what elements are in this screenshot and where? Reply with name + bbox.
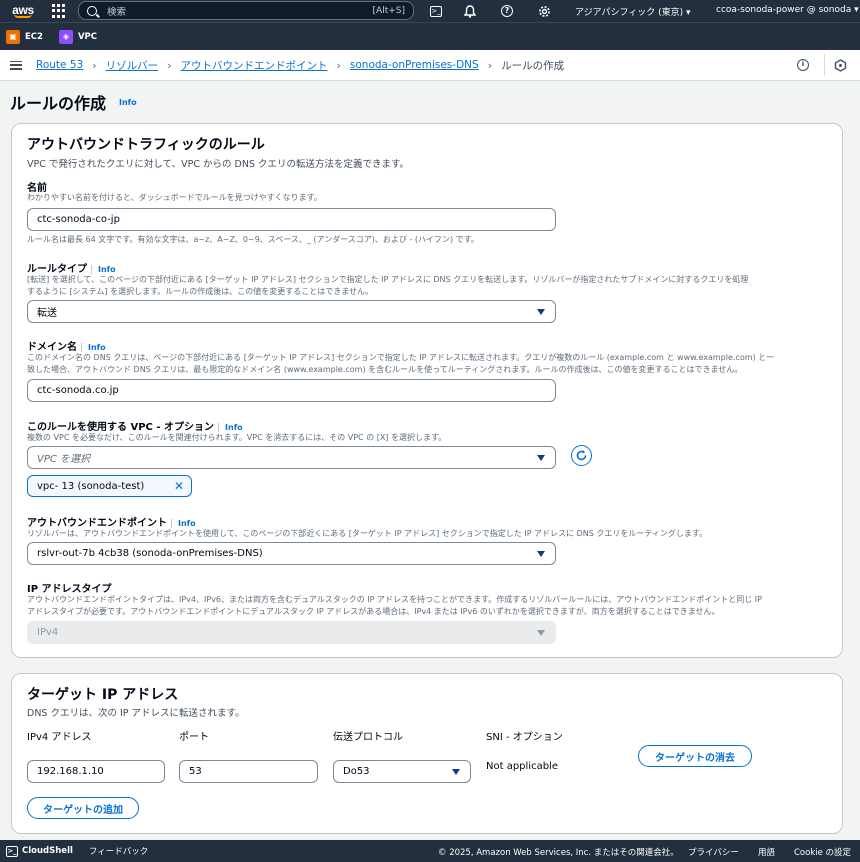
sni-value: Not applicable <box>486 761 558 772</box>
breadcrumb-endpoint[interactable]: sonoda-onPremises-DNS <box>350 59 479 71</box>
ec2-icon: ▣ <box>6 29 20 44</box>
breadcrumb-bar: Route 53 › リゾルバー › アウトバウンドエンドポイント › sono… <box>0 50 860 81</box>
vpc-select[interactable]: VPC を選択 <box>27 446 556 469</box>
port-input[interactable]: 53 <box>179 760 318 783</box>
domain-info-link[interactable]: Info <box>81 343 106 352</box>
endpoint-info-link[interactable]: Info <box>171 519 196 528</box>
domain-description: このドメイン名の DNS クエリは、ページの下部付近にある [ターゲット IP … <box>27 353 775 374</box>
vpc-description: 複数の VPC を必要なだけ、このルールを関連付けられます。VPC を消去するに… <box>27 433 447 442</box>
caret-down-icon <box>537 455 545 461</box>
region-selector[interactable]: アジアパシフィック (東京) ▾ <box>575 5 691 18</box>
domain-label: ドメイン名 Info <box>27 342 106 353</box>
target-panel: ターゲット IP アドレス DNS クエリは、次の IP アドレスに転送されます… <box>11 673 843 834</box>
account-menu[interactable]: ccoa-sonoda-power @ sonoda ▾ <box>716 5 859 15</box>
cloudshell-icon[interactable]: >_ <box>428 3 444 19</box>
col-port-header: ポート <box>179 732 209 743</box>
chevron-right-icon: › <box>487 58 493 72</box>
protocol-select[interactable]: Do53 <box>333 760 471 783</box>
search-icon <box>87 5 97 16</box>
col-ip-header: IPv4 アドレス <box>27 732 92 743</box>
chevron-right-icon: › <box>167 58 172 72</box>
endpoint-select[interactable]: rslvr-out-7b 4cb38 (sonoda-onPremises-DN… <box>27 542 556 565</box>
breadcrumb-resolver[interactable]: リゾルバー <box>106 58 159 73</box>
rule-type-info-link[interactable]: Info <box>91 265 116 274</box>
rule-panel-heading: アウトバウンドトラフィックのルール <box>27 137 265 153</box>
refresh-icon <box>576 450 587 461</box>
target-panel-heading: ターゲット IP アドレス <box>27 687 179 703</box>
privacy-link[interactable]: プライバシー <box>688 846 739 858</box>
add-target-button[interactable]: ターゲットの追加 <box>27 797 139 819</box>
breadcrumb-route53[interactable]: Route 53 <box>36 59 83 71</box>
caret-down-icon <box>537 630 545 636</box>
col-sni-header: SNI - オプション <box>486 732 563 743</box>
footer: >_ CloudShell フィードバック © 2025, Amazon Web… <box>0 840 860 862</box>
remove-target-button[interactable]: ターゲットの消去 <box>638 745 752 767</box>
gear-icon[interactable] <box>536 3 552 19</box>
target-panel-description: DNS クエリは、次の IP アドレスに転送されます。 <box>27 708 245 719</box>
col-protocol-header: 伝送プロトコル <box>333 732 403 743</box>
feedback-link[interactable]: フィードバック <box>89 845 148 857</box>
ip-type-label: IP アドレスタイプ <box>27 584 112 595</box>
page-info-link[interactable]: Info <box>119 98 137 107</box>
breadcrumb-current: ルールの作成 <box>501 59 565 72</box>
rule-type-description: [転送] を選択して、このページの下部付近にある [ターゲット IP アドレス]… <box>27 275 749 296</box>
ip-address-input[interactable]: 192.168.1.10 <box>27 760 165 783</box>
vpc-info-link[interactable]: Info <box>218 423 243 432</box>
cloudshell-button[interactable]: >_ CloudShell <box>6 845 73 857</box>
rule-type-label: ルールタイプ Info <box>27 264 116 275</box>
name-description: わかりやすい名前を付けると、ダッシュボードでルールを見つけやすくなります。 <box>27 193 322 202</box>
cookie-settings-link[interactable]: Cookie の設定 <box>794 846 851 858</box>
page-title: ルールの作成 <box>10 94 107 113</box>
rule-panel-description: VPC で発行されたクエリに対して、VPC からの DNS クエリの転送方法を定… <box>27 159 410 170</box>
close-icon[interactable]: ✕ <box>174 479 184 493</box>
menu-icon[interactable] <box>10 60 22 70</box>
ip-type-description: アウトバウンドエンドポイントタイプは、IPv4、IPv6、または両方を含むデュア… <box>27 595 762 616</box>
caret-down-icon <box>452 769 460 775</box>
chevron-right-icon: › <box>92 58 97 72</box>
help-panel-icon[interactable] <box>834 59 847 75</box>
endpoint-description: リゾルバーは、アウトバウンドエンドポイントを使用して、このページの下部近くにある… <box>27 529 708 538</box>
services-grid-icon[interactable] <box>52 4 66 18</box>
domain-input[interactable]: ctc-sonoda.co.jp <box>27 379 556 402</box>
search-input[interactable]: 検索 [Alt+S] <box>78 1 414 20</box>
favorites-bar: ▣ EC2 ◈ VPC <box>0 22 860 50</box>
help-icon[interactable]: ? <box>499 3 515 19</box>
vpc-label: このルールを使用する VPC - オプション Info <box>27 422 243 433</box>
top-navigation: aws 検索 [Alt+S] >_ ? アジアパシフィック (東京) ▾ cco… <box>0 0 860 22</box>
shortcut-ec2[interactable]: ▣ EC2 <box>6 29 43 44</box>
caret-down-icon <box>537 551 545 557</box>
vpc-token: vpc- 13 (sonoda-test) ✕ <box>27 475 192 497</box>
aws-smile-icon <box>14 14 32 18</box>
bell-icon[interactable] <box>462 3 478 19</box>
copyright: © 2025, Amazon Web Services, Inc. またはその関… <box>438 848 679 858</box>
vpc-icon: ◈ <box>58 29 73 44</box>
chevron-right-icon: › <box>336 58 341 72</box>
name-input[interactable]: ctc-sonoda-co-jp <box>27 208 556 231</box>
shortcut-vpc[interactable]: ◈ VPC <box>58 29 97 44</box>
info-panel-icon[interactable]: i <box>797 59 809 71</box>
name-constraint: ルール名は最長 64 文字です。有効な文字は、a~z、A~Z、0~9、スペース、… <box>27 235 479 244</box>
divider <box>824 54 825 76</box>
breadcrumb: Route 53 › リゾルバー › アウトバウンドエンドポイント › sono… <box>36 58 564 73</box>
terms-link[interactable]: 用語 <box>758 846 775 858</box>
caret-down-icon <box>537 309 545 315</box>
aws-logo[interactable]: aws <box>6 0 40 22</box>
endpoint-label: アウトバウンドエンドポイント Info <box>27 518 196 529</box>
rule-type-select[interactable]: 転送 <box>27 300 556 323</box>
cloudshell-icon: >_ <box>6 845 18 857</box>
rule-panel: アウトバウンドトラフィックのルール VPC で発行されたクエリに対して、VPC … <box>11 123 843 658</box>
breadcrumb-outbound-endpoints[interactable]: アウトバウンドエンドポイント <box>181 58 328 73</box>
ip-type-select: IPv4 <box>27 621 556 644</box>
refresh-button[interactable] <box>571 445 592 466</box>
